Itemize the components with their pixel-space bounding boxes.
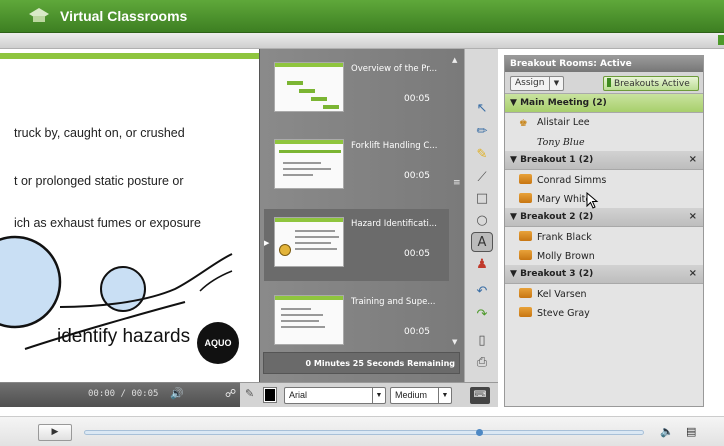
play-button[interactable]: ▶	[38, 424, 72, 441]
thumbnail-image	[274, 295, 344, 345]
thumbnail-image	[274, 217, 344, 267]
thumbnail-item[interactable]: Overview of the Pr... 00:05	[264, 54, 449, 126]
thumbnail-duration: 00:05	[404, 249, 430, 259]
print-icon[interactable]: ⎙	[471, 352, 493, 372]
eraser-icon[interactable]: ▯	[471, 330, 493, 350]
student-icon	[519, 174, 532, 184]
member-row[interactable]: Steve Gray	[505, 303, 703, 322]
thumbnail-title: Hazard Identificati...	[351, 219, 437, 229]
chevron-down-icon: ▼	[438, 388, 451, 403]
pointer-icon[interactable]: ↖	[471, 98, 493, 118]
slide-media-bar: 00:00 / 00:05 🔊 ☍	[0, 382, 260, 407]
recording-player: ▶ 🔈 ▤	[0, 416, 724, 446]
paperclip-icon[interactable]: ☍	[225, 387, 236, 400]
line-icon[interactable]: ⟋	[471, 167, 493, 187]
student-icon	[519, 307, 532, 317]
app-subbar	[0, 33, 724, 49]
slide-view: truck by, caught on, or crushed t or pro…	[0, 49, 259, 382]
undo-icon[interactable]: ↶	[471, 281, 493, 301]
app-title-bar: Virtual Classrooms	[0, 0, 724, 33]
slide-caption: identify hazards	[57, 326, 191, 347]
highlighter-icon[interactable]: ✎	[471, 144, 493, 164]
captions-icon[interactable]: ▤	[686, 425, 696, 438]
chevron-down-icon: ▼	[372, 388, 385, 403]
member-row[interactable]: Frank Black	[505, 227, 703, 246]
breakout-rooms-panel: Breakout Rooms: Active Assign ▼ Breakout…	[504, 55, 704, 407]
group-breakout-1[interactable]: ▼ Breakout 1 (2) ×	[505, 151, 703, 170]
thumbnails-scrollbar[interactable]: ▲ ≡ ▼	[451, 56, 461, 346]
pen-icon[interactable]: ✏	[471, 121, 493, 141]
text-format-bar: ✎ Arial ▼ Medium ▼ ⌨	[240, 382, 498, 407]
student-icon	[519, 250, 532, 260]
thumbnail-duration: 00:05	[404, 171, 430, 181]
active-indicator-icon	[607, 78, 611, 87]
thumbnail-image	[274, 139, 344, 189]
thumbnail-duration: 00:05	[404, 94, 430, 104]
classroom-logo-icon	[29, 8, 49, 22]
pen-icon[interactable]: ✎	[245, 387, 254, 400]
breakouts-active-button[interactable]: Breakouts Active	[603, 76, 699, 91]
thumbnail-item[interactable]: Training and Supe... 00:05	[264, 287, 449, 359]
color-swatch[interactable]	[263, 387, 277, 403]
redo-icon[interactable]: ↷	[471, 304, 493, 324]
thumbnail-duration: 00:05	[404, 327, 430, 337]
thumbnail-title: Training and Supe...	[351, 297, 436, 307]
thumbnail-item[interactable]: Forklift Handling C... 00:05	[264, 131, 449, 203]
close-icon[interactable]: ×	[689, 154, 697, 165]
chevron-down-icon: ▼	[549, 77, 563, 90]
app-title: Virtual Classrooms	[60, 8, 188, 24]
group-breakout-3[interactable]: ▼ Breakout 3 (2) ×	[505, 265, 703, 284]
thumbnail-image	[274, 62, 344, 112]
host-icon: ♚	[519, 118, 528, 129]
font-size-select[interactable]: Medium ▼	[390, 387, 452, 404]
stamp-icon[interactable]: ♟	[471, 254, 493, 274]
student-icon	[519, 231, 532, 241]
slide-time: 00:00 / 00:05	[88, 389, 159, 399]
triangle-down-icon: ▼	[510, 98, 517, 108]
rectangle-icon[interactable]: □	[471, 188, 493, 208]
group-breakout-2[interactable]: ▼ Breakout 2 (2) ×	[505, 208, 703, 227]
scroll-up-icon[interactable]: ▲	[452, 56, 457, 64]
keyboard-icon[interactable]: ⌨	[470, 387, 490, 404]
whiteboard-toolbar: ↖ ✏ ✎ ⟋ □ ○ A ♟ ↶ ↷ ▯ ⎙	[464, 49, 498, 382]
font-family-select[interactable]: Arial ▼	[284, 387, 386, 404]
aquo-badge: AQUO	[197, 322, 239, 364]
thumbnail-item-selected[interactable]: ▶ Hazard Identificati... 00:05	[264, 209, 449, 281]
triangle-down-icon: ▼	[510, 269, 517, 279]
member-row[interactable]: Mary White	[505, 189, 703, 208]
triangle-down-icon: ▼	[510, 155, 517, 165]
member-row[interactable]: ♚ Alistair Lee	[505, 113, 703, 132]
breakout-actions: Assign ▼ Breakouts Active	[505, 72, 703, 94]
close-icon[interactable]: ×	[689, 211, 697, 222]
text-icon[interactable]: A	[471, 232, 493, 252]
close-icon[interactable]: ×	[689, 268, 697, 279]
student-icon	[519, 193, 532, 203]
breakout-header: Breakout Rooms: Active	[505, 56, 703, 72]
slide-thumbnails-panel: Overview of the Pr... 00:05 Forklift Han…	[259, 49, 464, 382]
time-remaining: 0 Minutes 25 Seconds Remaining	[263, 352, 460, 374]
playback-knob[interactable]	[476, 429, 483, 436]
subbar-grip-icon[interactable]	[718, 35, 724, 45]
ellipse-icon[interactable]: ○	[471, 210, 493, 230]
thumbnail-title: Forklift Handling C...	[351, 141, 438, 151]
speaker-icon[interactable]: 🔈	[660, 425, 674, 438]
member-row[interactable]: Tony Blue	[505, 132, 703, 151]
scroll-grip-icon[interactable]: ≡	[453, 178, 461, 188]
member-row[interactable]: Molly Brown	[505, 246, 703, 265]
member-row[interactable]: Conrad Simms	[505, 170, 703, 189]
selected-arrow-icon: ▶	[264, 239, 270, 247]
member-row[interactable]: Kel Varsen	[505, 284, 703, 303]
thumbnail-title: Overview of the Pr...	[351, 64, 438, 74]
mouse-cursor-icon	[586, 192, 599, 209]
triangle-down-icon: ▼	[510, 212, 517, 222]
playback-track[interactable]	[84, 429, 644, 436]
student-icon	[519, 288, 532, 298]
assign-button[interactable]: Assign ▼	[510, 76, 564, 91]
scroll-down-icon[interactable]: ▼	[452, 338, 457, 346]
speaker-icon[interactable]: 🔊	[170, 387, 184, 400]
group-main-meeting[interactable]: ▼ Main Meeting (2)	[505, 94, 703, 113]
